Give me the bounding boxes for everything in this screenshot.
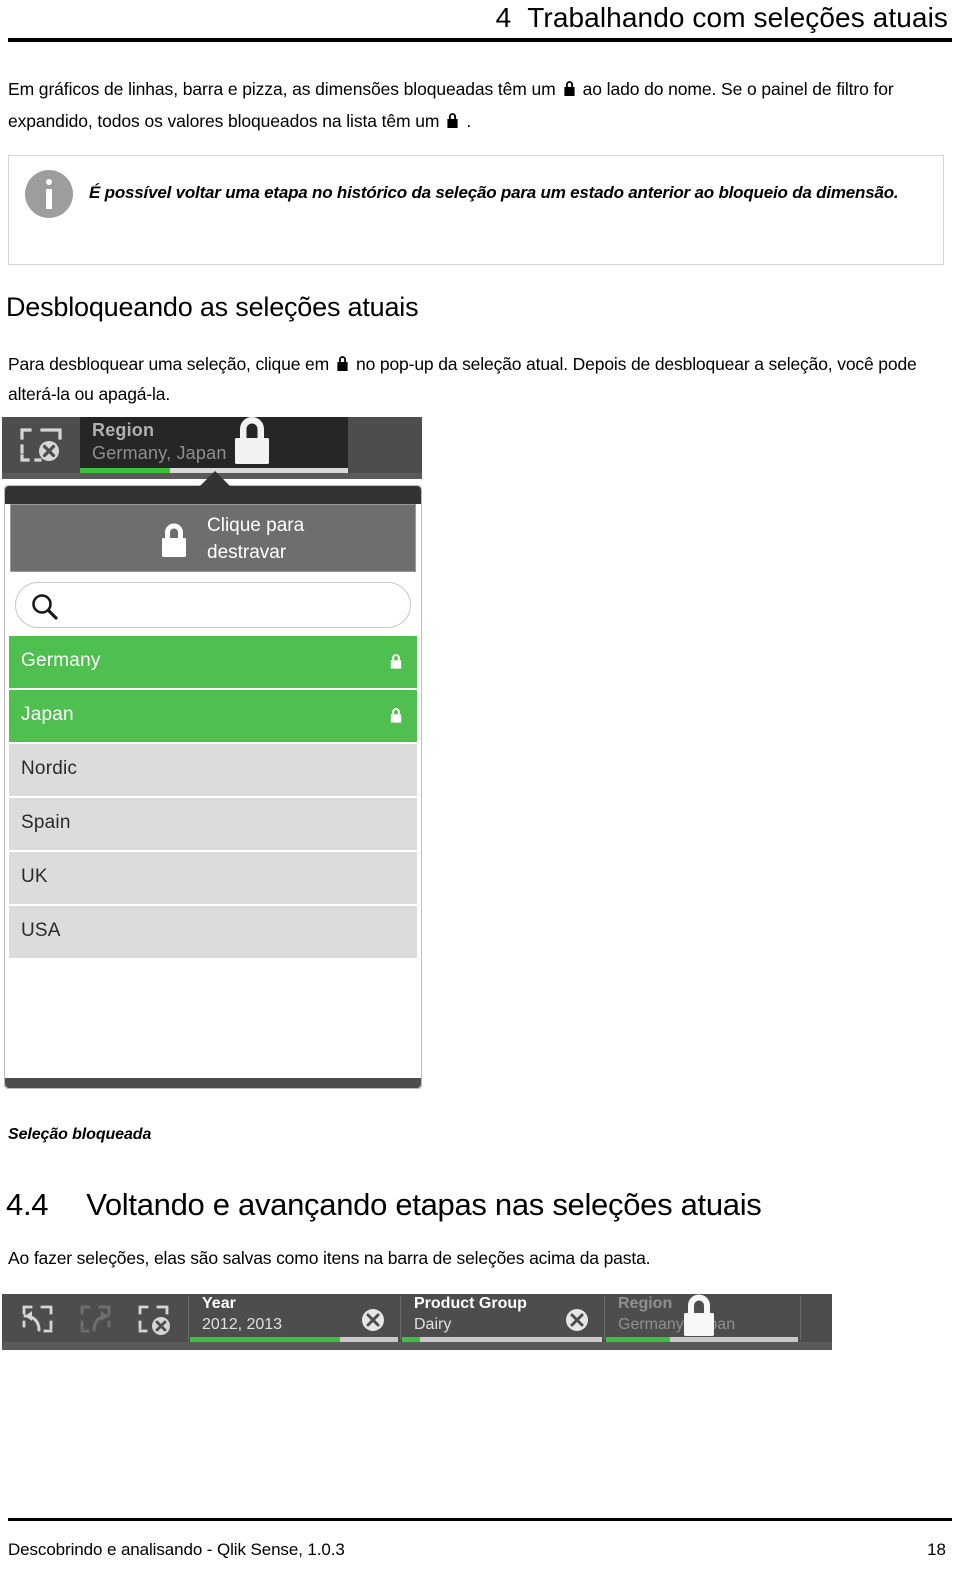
intro-paragraph-block: Em gráficos de linhas, barra e pizza, as… — [8, 74, 952, 138]
nav-divider — [188, 1296, 189, 1340]
list-item-label: Spain — [21, 812, 71, 833]
chapter-title: Trabalhando com seleções atuais — [527, 2, 948, 33]
selection-tile-product-group[interactable]: Product Group Dairy — [402, 1294, 602, 1342]
popover-footer — [5, 1078, 421, 1088]
list-item[interactable]: UK — [9, 852, 417, 904]
selection-tile-title: Product Group — [414, 1295, 527, 1312]
tile-divider — [800, 1296, 801, 1340]
selection-tile-region[interactable]: Region Germany, Japan — [80, 417, 348, 473]
lock-icon[interactable] — [157, 521, 191, 566]
lock-icon — [563, 76, 576, 106]
list-item[interactable]: USA — [9, 906, 417, 958]
unlock-paragraph: Para desbloquear uma seleção, clique em n… — [8, 350, 956, 408]
selection-bar: Region Germany, Japan — [2, 417, 422, 479]
section-title-44: Voltando e avançando etapas nas seleções… — [86, 1187, 762, 1222]
selection-tile-year[interactable]: Year 2012, 2013 — [190, 1294, 398, 1342]
footer-divider — [8, 1518, 952, 1521]
step-forward-button[interactable] — [70, 1300, 126, 1340]
clear-icon[interactable] — [360, 1307, 386, 1338]
list-item-label: Japan — [21, 704, 74, 725]
search-icon — [30, 592, 60, 627]
lock-icon — [389, 653, 403, 675]
selection-tile-title: Year — [202, 1295, 236, 1312]
info-icon — [25, 170, 73, 218]
selection-tile-title: Region — [618, 1295, 673, 1312]
list-item-label: Nordic — [21, 758, 78, 779]
section-number-44: 4.4 — [6, 1187, 49, 1222]
selection-tile-title: Region — [92, 420, 155, 440]
intro-text-part3: . — [466, 111, 472, 131]
lock-icon[interactable] — [680, 1292, 718, 1345]
intro-paragraph: Em gráficos de linhas, barra e pizza, as… — [8, 74, 952, 138]
list-item[interactable]: Germany — [9, 636, 417, 688]
list-item[interactable]: Spain — [9, 798, 417, 850]
chapter-number: 4 — [495, 2, 512, 33]
page-header: 4 Trabalhando com seleções atuais — [0, 0, 960, 42]
list-item-label: Germany — [21, 650, 101, 671]
info-note-text: É possível voltar uma etapa no histórico… — [89, 183, 899, 202]
section-44-paragraph: Ao fazer seleções, elas são salvas como … — [8, 1248, 651, 1268]
footer-document-title: Descobrindo e analisando - Qlik Sense, 1… — [8, 1540, 345, 1559]
figure-caption: Seleção bloqueada — [8, 1126, 152, 1143]
filter-value-list: Germany Japan Nordic Spain UK USA — [9, 636, 417, 960]
unlock-tooltip[interactable]: Clique para destravar — [10, 504, 416, 572]
section-heading-unlocking: Desbloqueando as seleções atuais — [6, 292, 419, 322]
selection-tile-value: 2012, 2013 — [202, 1316, 283, 1333]
header-divider — [8, 38, 952, 42]
list-item-label: USA — [21, 920, 61, 941]
selection-tile-region-locked[interactable]: Region Germany, Japan — [606, 1294, 798, 1342]
list-item[interactable]: Japan — [9, 690, 417, 742]
unlock-text-part1: Para desbloquear uma seleção, clique em — [8, 354, 330, 374]
footer-page-number: 18 — [927, 1540, 946, 1559]
clear-icon[interactable] — [564, 1307, 590, 1338]
clear-selections-button[interactable] — [2, 417, 80, 473]
unlock-tooltip-line1: Clique para — [207, 515, 305, 536]
lock-icon — [336, 352, 349, 380]
info-note-box: É possível voltar uma etapa no histórico… — [8, 155, 944, 265]
selection-popover: Clique para destravar Germany Japan Nord… — [4, 485, 422, 1089]
list-item-label: UK — [21, 866, 48, 887]
clear-all-selections-button[interactable] — [128, 1300, 184, 1340]
tile-divider — [604, 1296, 605, 1340]
step-back-button[interactable] — [12, 1300, 68, 1340]
info-icon-stem — [46, 189, 52, 209]
lock-icon — [389, 707, 403, 729]
selection-tile-value: Dairy — [414, 1316, 452, 1333]
list-item[interactable]: Nordic — [9, 744, 417, 796]
selections-bar-figure: Year 2012, 2013 Product Group Dairy Regi… — [2, 1294, 832, 1350]
section-heading-44: 4.4 Voltando e avançando etapas nas seleç… — [6, 1187, 762, 1223]
selection-nav-group — [2, 1294, 189, 1342]
locked-selection-figure: Region Germany, Japan Clique para destra… — [2, 417, 422, 1092]
intro-text-part1: Em gráficos de linhas, barra e pizza, as… — [8, 79, 556, 99]
popover-arrow — [197, 471, 233, 489]
page-title: 4 Trabalhando com seleções atuais — [496, 2, 948, 34]
info-icon-dot — [46, 179, 52, 185]
search-input[interactable] — [15, 582, 411, 628]
selection-bar-empty-area — [348, 417, 422, 473]
unlock-tooltip-text: Clique para destravar — [207, 512, 304, 566]
lock-icon — [446, 108, 459, 138]
selection-tile-value: Germany, Japan — [92, 443, 227, 463]
unlock-tooltip-line2: destravar — [207, 542, 287, 563]
lock-icon[interactable] — [230, 414, 274, 473]
tile-divider — [400, 1296, 401, 1340]
